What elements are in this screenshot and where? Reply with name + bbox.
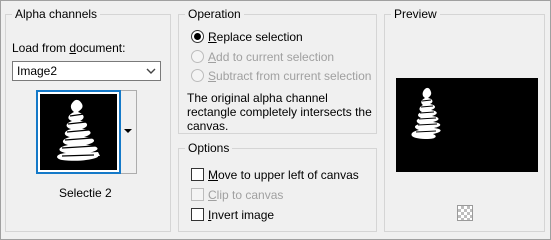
invert-image-checkbox[interactable] (191, 208, 204, 221)
thumbnail-caption: Selectie 2 (59, 186, 112, 200)
load-from-document-label: Load from document: (12, 41, 126, 55)
subtract-from-selection-label[interactable]: Subtract from current selection (208, 69, 371, 83)
thumbnail-dropdown-button[interactable] (121, 90, 137, 174)
replace-selection-radio[interactable] (191, 30, 204, 43)
chevron-down-icon (146, 68, 156, 74)
add-to-selection-radio[interactable] (191, 50, 204, 63)
invert-image-label[interactable]: Invert image (208, 208, 274, 222)
replace-selection-label[interactable]: Replace selection (208, 30, 303, 44)
document-select-value: Image2 (17, 64, 58, 78)
preview-group-label: Preview (391, 7, 440, 21)
preview-canvas (396, 78, 538, 172)
operation-info-line-2: rectangle completely intersects the (187, 105, 372, 119)
options-group-label: Options (185, 141, 233, 155)
alpha-channels-group-label: Alpha channels (12, 7, 101, 21)
move-to-upper-left-label[interactable]: Move to upper left of canvas (208, 168, 359, 182)
transparency-toggle-icon[interactable] (457, 205, 473, 221)
alpha-mask-thumbnail-image (40, 94, 117, 170)
operation-info-line-1: The original alpha channel (187, 91, 328, 105)
operation-group-label: Operation (185, 7, 244, 21)
clip-to-canvas-checkbox[interactable] (191, 188, 204, 201)
operation-info-text: The original alpha channel rectangle com… (187, 91, 372, 133)
move-to-upper-left-checkbox[interactable] (191, 168, 204, 181)
operation-info-line-3: canvas. (187, 119, 229, 133)
caret-down-icon (124, 129, 132, 133)
clip-to-canvas-label[interactable]: Clip to canvas (208, 188, 283, 202)
add-to-selection-label[interactable]: Add to current selection (208, 50, 334, 64)
radio-selected-dot (194, 33, 201, 40)
subtract-from-selection-radio[interactable] (191, 69, 204, 82)
document-select[interactable]: Image2 (12, 61, 161, 81)
alpha-channel-thumbnail[interactable] (36, 90, 121, 174)
